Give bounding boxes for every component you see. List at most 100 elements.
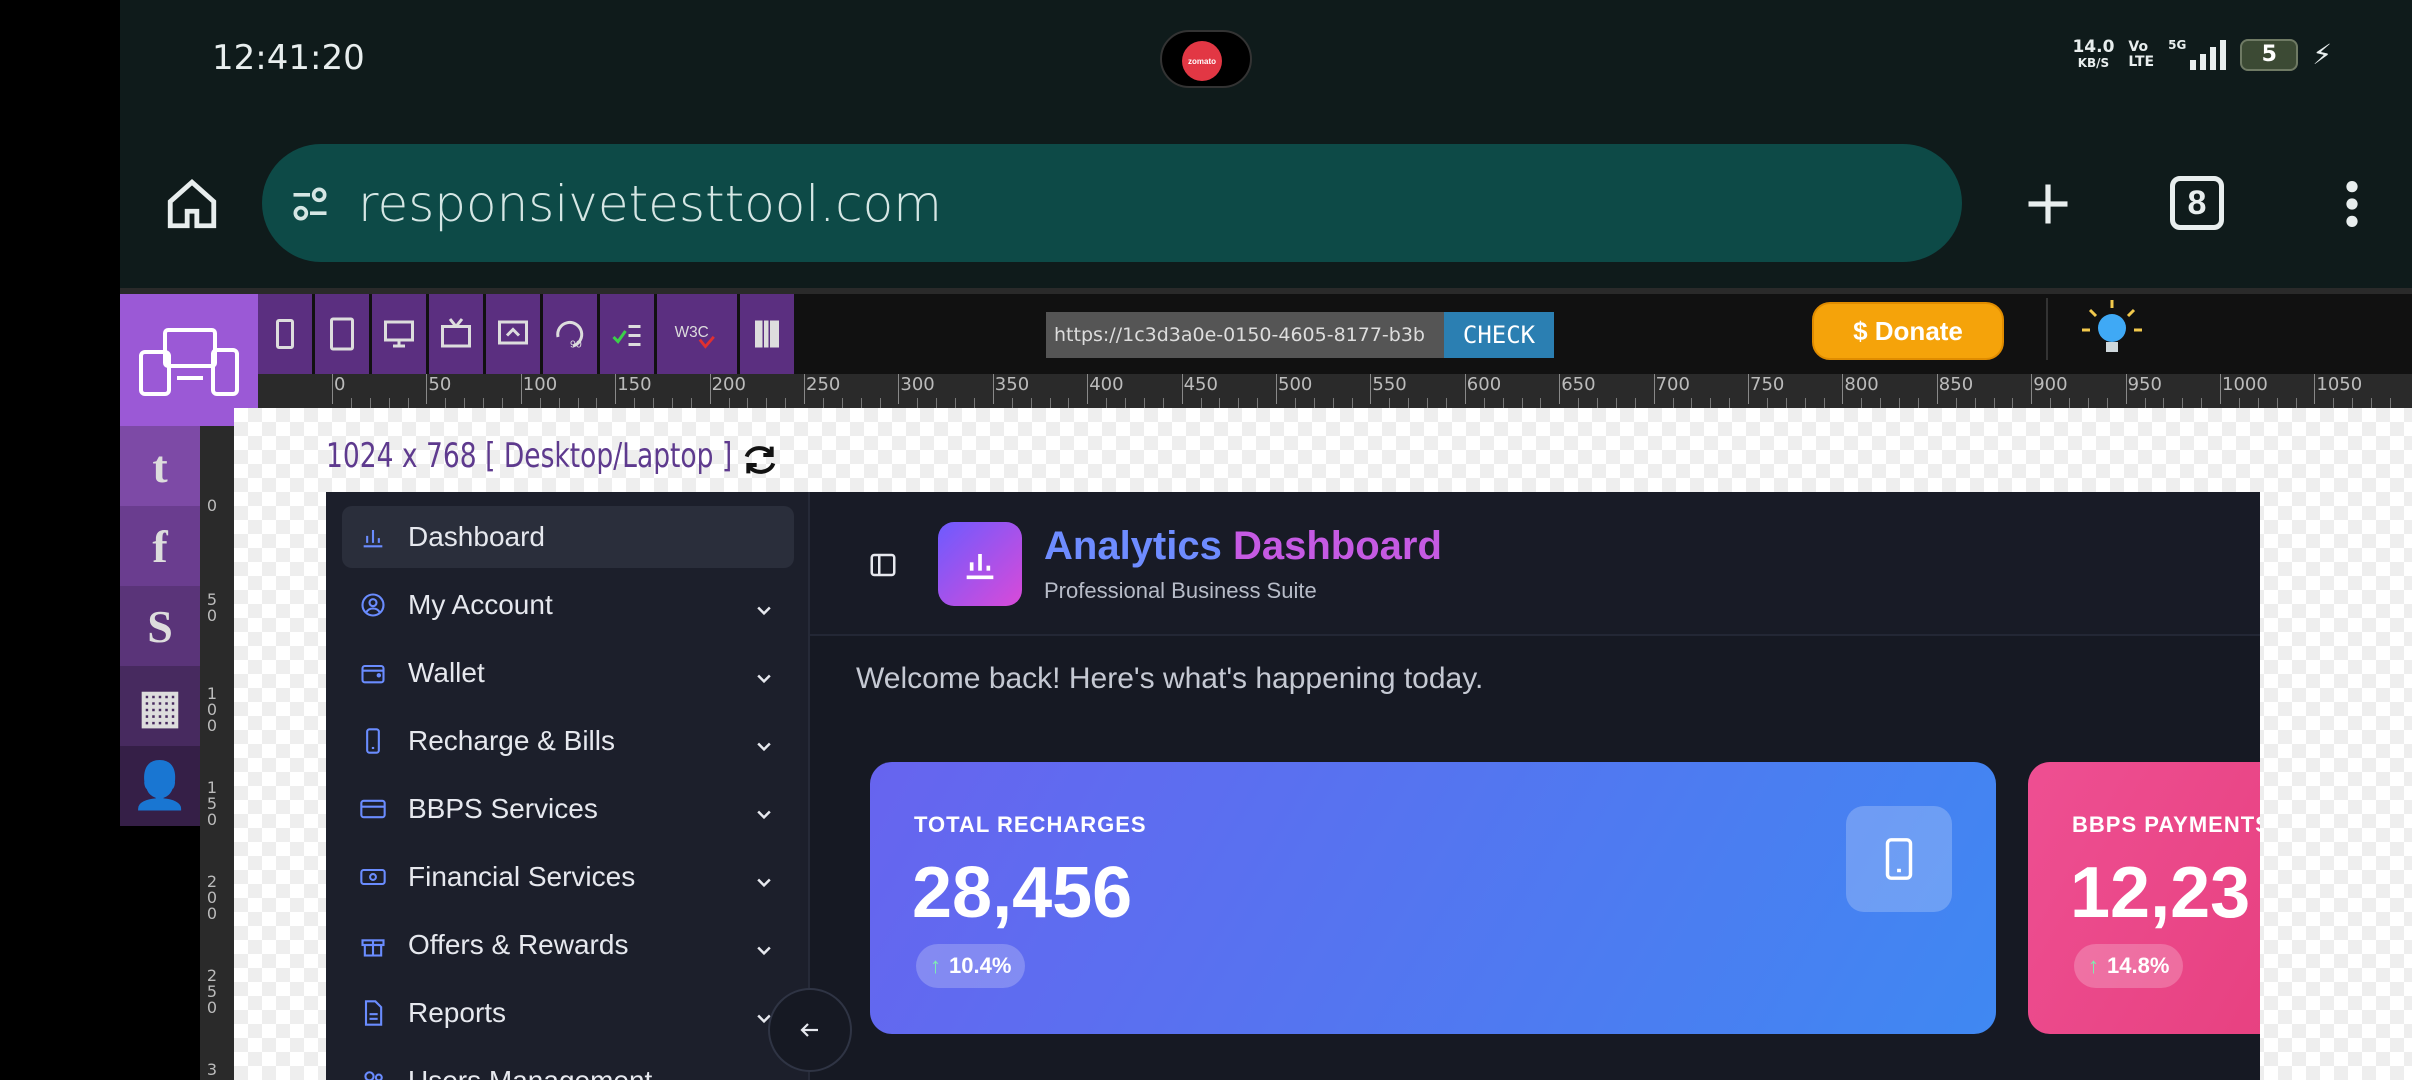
w3c-validator-icon[interactable]: W3C [657,294,737,374]
phone-icon [358,726,388,756]
mobile-device-icon[interactable] [258,294,312,374]
ruler-minor-tick [1294,398,1296,408]
ruler-tick-label: 950 [2125,374,2162,404]
ruler-minor-tick [1615,398,1617,408]
arrow-up-icon: ↑ [2088,953,2099,978]
tool-logo[interactable] [120,294,258,426]
chevron-down-icon [754,663,774,684]
rotate-90-icon[interactable]: 90 [543,294,597,374]
ruler-minor-tick [2106,398,2108,408]
brand-title-part2: Dashboard [1232,524,1442,568]
tv-device-icon[interactable] [429,294,483,374]
network-type: 5G [2168,38,2187,52]
zomato-app-icon: zomato [1182,41,1222,81]
fullscreen-icon[interactable] [486,294,540,374]
sidebar-item-label: Wallet [408,657,485,688]
sidebar-item-label: Dashboard [408,521,545,552]
more-options-icon[interactable] [2320,172,2384,236]
ruler-minor-tick [1804,398,1806,408]
ruler-minor-tick [1030,398,1032,408]
book-icon[interactable] [740,294,794,374]
ruler-minor-tick [445,398,447,408]
sidebar-item-my-account[interactable]: My Account [342,574,794,636]
stat-card-total-recharges[interactable]: TOTAL RECHARGES 28,456 ↑ 10.4% [870,762,1996,1034]
horizontal-ruler: 0 50 100 150 200 250 300 350 400 450 500 550 600 650 7… [258,374,2412,408]
tablet-device-icon[interactable] [315,294,369,374]
ruler-minor-tick [2069,398,2070,408]
facebook-icon[interactable]: f [120,506,200,586]
ruler-minor-tick [2257,398,2259,408]
lightbulb-icon[interactable] [2080,298,2144,362]
volte-indicator: Vo LTE [2128,38,2155,70]
wallet-icon [358,658,388,688]
ruler-minor-tick [1106,398,1108,408]
sidebar-toggle-icon[interactable] [868,550,898,580]
collapse-sidebar-button[interactable] [768,988,852,1072]
ruler-minor-tick [1918,398,1919,408]
site-settings-icon[interactable] [286,180,334,228]
status-bar: 12:41:20 zomato 14.0 KB/S Vo LTE 5G 5 ⚡ [120,0,2412,120]
ruler-minor-tick [2371,398,2373,408]
chevron-down-icon [754,1071,774,1080]
sidebar-item-offers-rewards[interactable]: Offers & Rewards [342,914,794,976]
ruler-minor-tick [2182,398,2184,408]
new-tab-icon[interactable] [2016,172,2080,236]
donate-button[interactable]: $ Donate [1812,302,2004,360]
ruler-minor-tick [2352,398,2354,408]
ruler-minor-tick [1351,398,1353,408]
ruler-minor-tick [1880,398,1882,408]
ruler-minor-tick [2276,398,2278,408]
desktop-device-icon[interactable] [372,294,426,374]
ruler-minor-tick [1861,398,1863,408]
tab-switcher-button[interactable]: 8 [2170,176,2224,230]
ruler-minor-tick [747,398,749,408]
ruler-tick-label: 150 [206,778,218,829]
user-icon[interactable]: 👤 [120,746,200,826]
ruler-tick-label: 850 [1936,374,1974,404]
ruler-tick-label: 50 [206,590,218,625]
gift-icon [358,930,388,960]
ruler-tick-label: 400 [1087,374,1124,404]
ruler-minor-tick [369,398,371,408]
checklist-icon[interactable] [600,294,654,374]
twitter-icon[interactable]: t [120,426,200,506]
ruler-minor-tick [1502,398,1504,408]
ruler-tick-label: 100 [520,374,558,404]
ruler-minor-tick [2087,398,2089,408]
stat-card-value: 12,23 [2070,853,2251,933]
check-button[interactable]: CHECK [1444,312,1554,358]
ruler-tick-label: 300 [898,374,935,404]
sidebar-item-users-management[interactable]: Users Management [342,1050,794,1080]
ruler-minor-tick [350,398,352,408]
test-url-input[interactable]: https://1c3d3a0e-0150-4605-8177-b3b [1046,312,1444,358]
chevron-down-icon [754,935,774,956]
ruler-tick-label: 200 [709,374,746,404]
phone-screen: 12:41:20 zomato 14.0 KB/S Vo LTE 5G 5 ⚡ [0,0,2412,1080]
sidebar-item-recharge-bills[interactable]: Recharge & Bills [342,710,794,772]
ruler-tick-label: 1000 [2220,374,2268,404]
sidebar-item-reports[interactable]: Reports [342,982,794,1044]
ruler-tick-label: 900 [2031,374,2068,404]
skype-icon[interactable]: S [120,586,200,666]
ruler-minor-tick [1125,398,1126,408]
sidebar-item-dashboard[interactable]: Dashboard [342,506,794,568]
home-icon[interactable] [160,172,224,236]
ruler-tick-label: 50 [426,374,452,404]
network-speed: 14.0 KB/S [2072,36,2115,70]
rotate-view-icon[interactable] [740,440,780,480]
stat-card-bbps-payments[interactable]: BBPS PAYMENTS 12,23 ↑ 14.8% [2028,762,2260,1034]
ruler-minor-tick [822,398,824,408]
svg-text:90: 90 [570,339,582,351]
ruler-minor-tick [1540,398,1542,408]
ruler-minor-tick [1521,398,1523,408]
sidebar-item-bbps-services[interactable]: BBPS Services [342,778,794,840]
system-icons: 14.0 KB/S Vo LTE 5G 5 ⚡ [2072,38,2332,71]
sidebar-item-financial-services[interactable]: Financial Services [342,846,794,908]
ruler-minor-tick [2295,398,2297,408]
ruler-minor-tick [653,398,654,408]
sidebar-item-wallet[interactable]: Wallet [342,642,794,704]
delicious-icon[interactable]: ▦ [120,666,200,746]
ruler-minor-tick [2144,398,2146,408]
ruler-minor-tick [634,398,636,408]
ruler-minor-tick [1200,398,1202,408]
